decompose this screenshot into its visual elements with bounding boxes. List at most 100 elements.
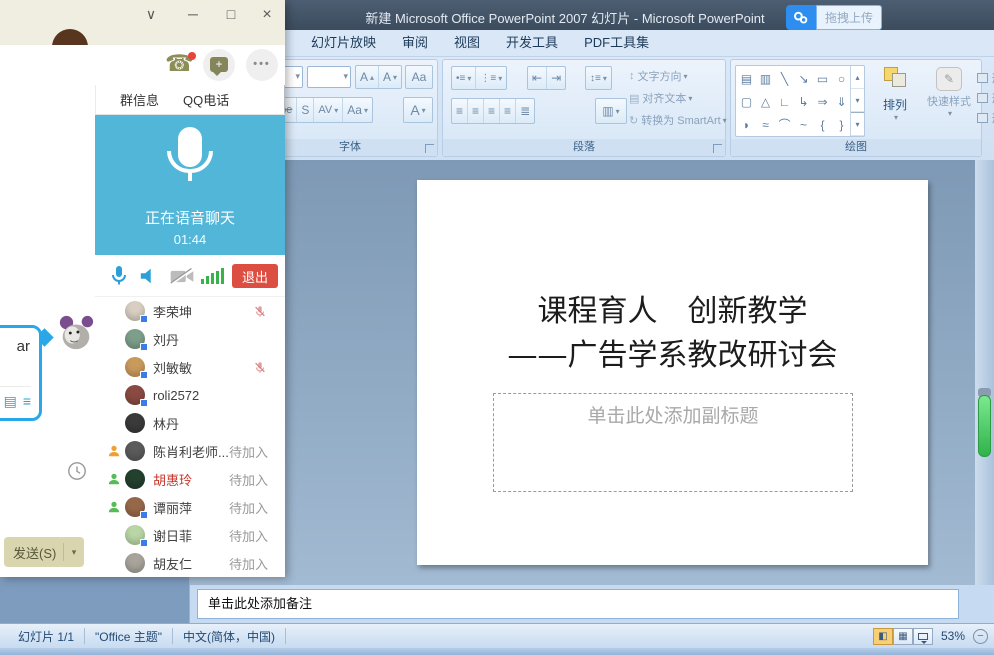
more-actions-button[interactable]: •••: [246, 49, 278, 81]
theme-name[interactable]: "Office 主题": [85, 628, 172, 645]
justify-button[interactable]: ≡: [500, 99, 516, 123]
decrease-indent-button[interactable]: ⇤: [528, 67, 547, 89]
baidu-netdisk-upload-widget[interactable]: 拖拽上传: [786, 5, 882, 30]
shrink-font-button[interactable]: A▾: [379, 66, 401, 88]
tab-pdf-tools[interactable]: PDF工具集: [571, 30, 662, 56]
tab-group-info[interactable]: 群信息: [120, 90, 159, 109]
paragraph-dialog-launcher[interactable]: [713, 144, 722, 153]
send-button[interactable]: 发送(S) ▾: [4, 537, 84, 567]
exit-call-button[interactable]: 退出: [232, 264, 278, 288]
columns-button[interactable]: ▥▾: [595, 98, 627, 124]
slideshow-view-button[interactable]: [913, 628, 933, 645]
mouse-sticker: [57, 314, 95, 352]
line-spacing-button[interactable]: ↕≡▾: [586, 67, 611, 89]
member-row[interactable]: 林丹: [95, 409, 285, 437]
shape-arrow-icon[interactable]: ↘: [794, 67, 813, 90]
distribute-button[interactable]: ≣: [516, 99, 534, 123]
shape-rectangle-icon[interactable]: ▭: [813, 67, 832, 90]
align-right-button[interactable]: ≡: [484, 99, 500, 123]
slide-canvas[interactable]: 课程育人 创新教学 ——广告学系教改研讨会 单击此处添加副标题: [417, 180, 928, 565]
mic-toggle-icon[interactable]: [109, 265, 129, 287]
shape-curve-icon[interactable]: ~: [794, 113, 813, 136]
file-detail-icon[interactable]: ▤: [4, 393, 17, 410]
quick-styles-button[interactable]: ✎ 快速样式 ▾: [923, 64, 975, 118]
subtitle-placeholder[interactable]: 单击此处添加副标题: [493, 393, 853, 492]
shape-rounded-rect-icon[interactable]: ▢: [737, 90, 756, 113]
member-row[interactable]: 李荣坤: [95, 297, 285, 325]
shape-scribble-icon[interactable]: ≈: [756, 113, 775, 136]
arrange-button[interactable]: 排列 ▾: [873, 64, 917, 122]
shape-elbow-arrow-icon[interactable]: ↳: [794, 90, 813, 113]
convert-to-smartart-button[interactable]: ↻转换为 SmartArt▾: [629, 109, 725, 131]
shape-textbox-icon[interactable]: ▤: [737, 67, 756, 90]
vertical-scrollbar[interactable]: [975, 160, 994, 585]
tab-slideshow[interactable]: 幻灯片放映: [298, 30, 389, 56]
message-history-icon[interactable]: [67, 461, 87, 481]
create-session-button[interactable]: +: [203, 49, 235, 81]
text-shadow-button[interactable]: S: [297, 98, 314, 122]
speaker-toggle-icon[interactable]: [139, 267, 157, 285]
member-row[interactable]: 陈肖利老师... 待加入: [95, 437, 285, 465]
tab-review[interactable]: 审阅: [389, 30, 441, 56]
shape-outline-button[interactable]: 形: [977, 88, 994, 108]
align-center-button[interactable]: ≡: [468, 99, 484, 123]
zoom-out-button[interactable]: −: [973, 629, 988, 644]
shape-fill-button[interactable]: 形: [977, 68, 994, 88]
maximize-icon[interactable]: □: [223, 6, 239, 22]
align-left-button[interactable]: ≡: [452, 99, 468, 123]
shape-freeform-icon[interactable]: ◗: [737, 113, 756, 136]
shape-right-arrow-icon[interactable]: ⇒: [813, 90, 832, 113]
file-menu-icon[interactable]: ≡: [23, 393, 31, 410]
shape-left-brace-icon[interactable]: {: [813, 113, 832, 136]
minimize-icon[interactable]: ─: [185, 6, 201, 22]
clear-formatting-button[interactable]: Aa: [405, 65, 433, 89]
send-options-chevron-icon[interactable]: ▾: [64, 547, 84, 558]
slide-sorter-view-button[interactable]: ▦: [893, 628, 913, 645]
shape-oval-icon[interactable]: ○: [832, 67, 851, 90]
tab-developer[interactable]: 开发工具: [493, 30, 571, 56]
numbering-button[interactable]: ⋮≡▾: [476, 67, 506, 89]
shape-down-arrow-icon[interactable]: ⇓: [832, 90, 851, 113]
collapse-window-icon[interactable]: ∨: [143, 6, 159, 23]
paragraph-group: •≡▾ ⋮≡▾ ⇤ ⇥ ↕≡▾ ≡ ≡ ≡ ≡ ≣ ▥▾ ↕文字方向▾ ▤对齐文…: [442, 59, 726, 157]
shape-arc-icon[interactable]: ⌒: [775, 113, 794, 136]
shape-vertical-textbox-icon[interactable]: ▥: [756, 67, 775, 90]
tab-view[interactable]: 视图: [441, 30, 493, 56]
font-size-combobox[interactable]: ▾: [307, 66, 351, 88]
drag-upload-button[interactable]: 拖拽上传: [816, 5, 882, 30]
font-dialog-launcher[interactable]: [425, 144, 434, 153]
scrollbar-thumb[interactable]: [978, 395, 991, 457]
align-text-button[interactable]: ▤对齐文本▾: [629, 87, 725, 109]
font-color-button[interactable]: A▾: [403, 97, 433, 123]
text-direction-button[interactable]: ↕文字方向▾: [629, 65, 725, 87]
gallery-scroll-down[interactable]: ▾: [851, 89, 864, 112]
shape-triangle-icon[interactable]: △: [756, 90, 775, 113]
language-indicator[interactable]: 中文(简体，中国): [173, 628, 285, 645]
change-case-button[interactable]: Aa▾: [343, 98, 372, 122]
increase-indent-button[interactable]: ⇥: [547, 67, 565, 89]
character-spacing-button[interactable]: AV▾: [314, 98, 343, 122]
shape-line-icon[interactable]: ╲: [775, 67, 794, 90]
member-row[interactable]: 谢日菲 待加入: [95, 521, 285, 549]
gallery-scroll-up[interactable]: ▴: [851, 66, 864, 89]
member-row[interactable]: 谭丽萍 待加入: [95, 493, 285, 521]
view-switcher: ◧ ▦: [873, 628, 933, 645]
bullets-button[interactable]: •≡▾: [452, 67, 476, 89]
shape-right-brace-icon[interactable]: }: [832, 113, 851, 136]
member-row[interactable]: 胡友仁 待加入: [95, 549, 285, 577]
file-message-bubble[interactable]: ar ▤ ≡: [0, 325, 42, 421]
member-row[interactable]: 刘敏敏: [95, 353, 285, 381]
camera-off-icon[interactable]: [169, 268, 195, 285]
notes-input[interactable]: 单击此处添加备注: [197, 589, 959, 619]
member-row[interactable]: 胡惠玲 待加入: [95, 465, 285, 493]
gallery-more-button[interactable]: ▾: [851, 112, 864, 136]
tab-qq-call[interactable]: QQ电话: [183, 90, 229, 109]
member-row[interactable]: roli2572: [95, 381, 285, 409]
shape-effects-button[interactable]: 形: [977, 108, 994, 128]
slide-title-placeholder[interactable]: 课程育人 创新教学 ——广告学系教改研讨会: [417, 290, 928, 378]
close-icon[interactable]: ×: [259, 6, 275, 24]
member-row[interactable]: 刘丹: [95, 325, 285, 353]
grow-font-button[interactable]: A▴: [356, 66, 379, 88]
shape-elbow-connector-icon[interactable]: ∟: [775, 90, 794, 113]
normal-view-button[interactable]: ◧: [873, 628, 893, 645]
